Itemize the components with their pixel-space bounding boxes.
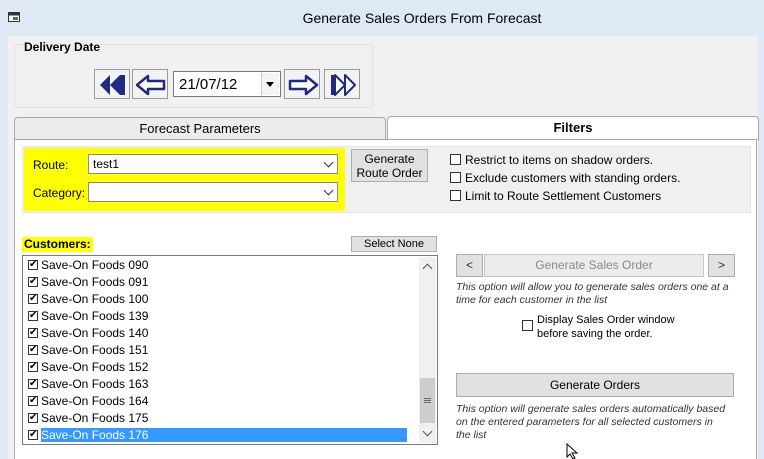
- list-item[interactable]: ✔ Save-On Foods 152: [24, 359, 417, 376]
- list-item[interactable]: ✔ Save-On Foods 140: [24, 325, 417, 342]
- title-bar: Generate Sales Orders From Forecast: [0, 0, 764, 36]
- route-select-value: test1: [93, 157, 120, 171]
- mouse-cursor-icon: [566, 443, 579, 459]
- list-item-checkbox[interactable]: ✔: [28, 277, 38, 287]
- list-item-checkbox[interactable]: ✔: [28, 328, 38, 338]
- arrow-right-icon: [288, 74, 319, 96]
- next-date-button[interactable]: [284, 69, 320, 99]
- previous-date-button[interactable]: [132, 69, 168, 99]
- grip-icon: [424, 398, 431, 399]
- generate-sales-order-description: This option will allow you to generate s…: [456, 281, 729, 306]
- restrict-shadow-label: Restrict to items on shadow orders.: [465, 153, 654, 167]
- generate-orders-description: This option will generate sales orders a…: [456, 403, 726, 441]
- list-item-checkbox[interactable]: ✔: [28, 294, 38, 304]
- tab-forecast-parameters[interactable]: Forecast Parameters: [14, 117, 386, 140]
- list-item-checkbox[interactable]: ✔: [28, 345, 38, 355]
- tab-filters[interactable]: Filters: [387, 116, 759, 141]
- limit-settlement-label: Limit to Route Settlement Customers: [465, 189, 662, 203]
- customers-scrollbar[interactable]: [419, 257, 436, 443]
- list-item-checkbox[interactable]: ✔: [28, 396, 38, 406]
- list-item[interactable]: ✔ Save-On Foods 151: [24, 342, 417, 359]
- route-select[interactable]: test1: [88, 154, 338, 174]
- limit-settlement-checkbox[interactable]: [450, 190, 461, 201]
- list-item-label: Save-On Foods 151: [41, 343, 149, 357]
- generate-route-order-line2: Route Order: [356, 166, 423, 180]
- list-item-label: Save-On Foods 176: [41, 428, 408, 442]
- last-date-button[interactable]: [324, 69, 360, 99]
- double-arrow-left-icon: [100, 75, 125, 95]
- delivery-date-picker[interactable]: 21/07/12: [173, 71, 281, 97]
- list-item-checkbox[interactable]: ✔: [28, 260, 38, 270]
- list-item-checkbox[interactable]: ✔: [28, 379, 38, 389]
- list-item-label: Save-On Foods 091: [41, 275, 149, 289]
- window-frame-right: [758, 36, 764, 459]
- first-date-button[interactable]: [94, 69, 130, 99]
- generate-route-order-line1: Generate: [364, 152, 415, 166]
- customers-label: Customers:: [22, 237, 93, 252]
- list-item[interactable]: ✔ Save-On Foods 139: [24, 308, 417, 325]
- window-frame-left: [0, 36, 8, 459]
- delivery-date-group: Delivery Date 21/07/12: [14, 40, 373, 108]
- list-item-label: Save-On Foods 175: [41, 411, 149, 425]
- list-item[interactable]: ✔ Save-On Foods 100: [24, 291, 417, 308]
- window-title: Generate Sales Orders From Forecast: [302, 10, 542, 26]
- list-item-label: Save-On Foods 163: [41, 377, 149, 391]
- chevron-down-icon: [323, 157, 334, 168]
- list-item-checkbox[interactable]: ✔: [28, 413, 38, 423]
- list-item[interactable]: ✔ Save-On Foods 164: [24, 393, 417, 410]
- double-arrow-right-icon: [331, 74, 356, 96]
- date-dropdown-button[interactable]: [261, 73, 279, 95]
- list-item[interactable]: ✔ Save-On Foods 091: [24, 274, 417, 291]
- category-label: Category:: [33, 186, 86, 200]
- customers-list[interactable]: ✔ Save-On Foods 090 ✔ Save-On Foods 091 …: [22, 255, 438, 445]
- delivery-date-label: Delivery Date: [24, 40, 101, 54]
- category-select[interactable]: [88, 182, 338, 202]
- display-sales-order-checkbox[interactable]: [522, 320, 533, 331]
- list-item-label: Save-On Foods 139: [41, 309, 149, 323]
- list-item-label: Save-On Foods 100: [41, 292, 149, 306]
- list-item-label: Save-On Foods 140: [41, 326, 149, 340]
- generate-route-order-button[interactable]: Generate Route Order: [351, 149, 428, 182]
- chevron-down-icon: [323, 185, 334, 196]
- scrollbar-thumb[interactable]: [420, 378, 435, 423]
- list-item[interactable]: ✔ Save-On Foods 175: [24, 410, 417, 427]
- route-label: Route:: [33, 158, 69, 172]
- arrow-left-icon: [135, 74, 166, 96]
- next-customer-button[interactable]: >: [708, 254, 735, 277]
- display-sales-order-label-line2: before saving the order.: [537, 328, 653, 340]
- select-none-button[interactable]: Select None: [351, 236, 437, 252]
- chevron-down-icon: [266, 82, 274, 87]
- list-item-checkbox[interactable]: ✔: [28, 311, 38, 321]
- exclude-standing-checkbox[interactable]: [450, 172, 461, 183]
- previous-customer-button[interactable]: <: [456, 254, 483, 277]
- generate-sales-order-button[interactable]: Generate Sales Order: [484, 254, 704, 277]
- generate-orders-button[interactable]: Generate Orders: [456, 373, 734, 397]
- delivery-date-value: 21/07/12: [179, 76, 238, 93]
- scroll-up-icon[interactable]: [422, 263, 433, 274]
- list-item[interactable]: ✔ Save-On Foods 163: [24, 376, 417, 393]
- display-sales-order-label: Display Sales Order window before saving…: [537, 313, 675, 341]
- display-sales-order-label-line1: Display Sales Order window: [537, 314, 675, 326]
- exclude-standing-label: Exclude customers with standing orders.: [465, 171, 681, 185]
- list-item-selected[interactable]: ✔ Save-On Foods 176: [24, 427, 417, 444]
- list-item-checkbox[interactable]: ✔: [28, 430, 38, 440]
- list-item-label: Save-On Foods 152: [41, 360, 149, 374]
- list-item-label: Save-On Foods 090: [41, 258, 149, 272]
- list-item-checkbox[interactable]: ✔: [28, 362, 38, 372]
- scroll-down-icon[interactable]: [422, 426, 433, 437]
- list-item-label: Save-On Foods 164: [41, 394, 149, 408]
- restrict-shadow-checkbox[interactable]: [450, 154, 461, 165]
- list-item[interactable]: ✔ Save-On Foods 090: [24, 257, 417, 274]
